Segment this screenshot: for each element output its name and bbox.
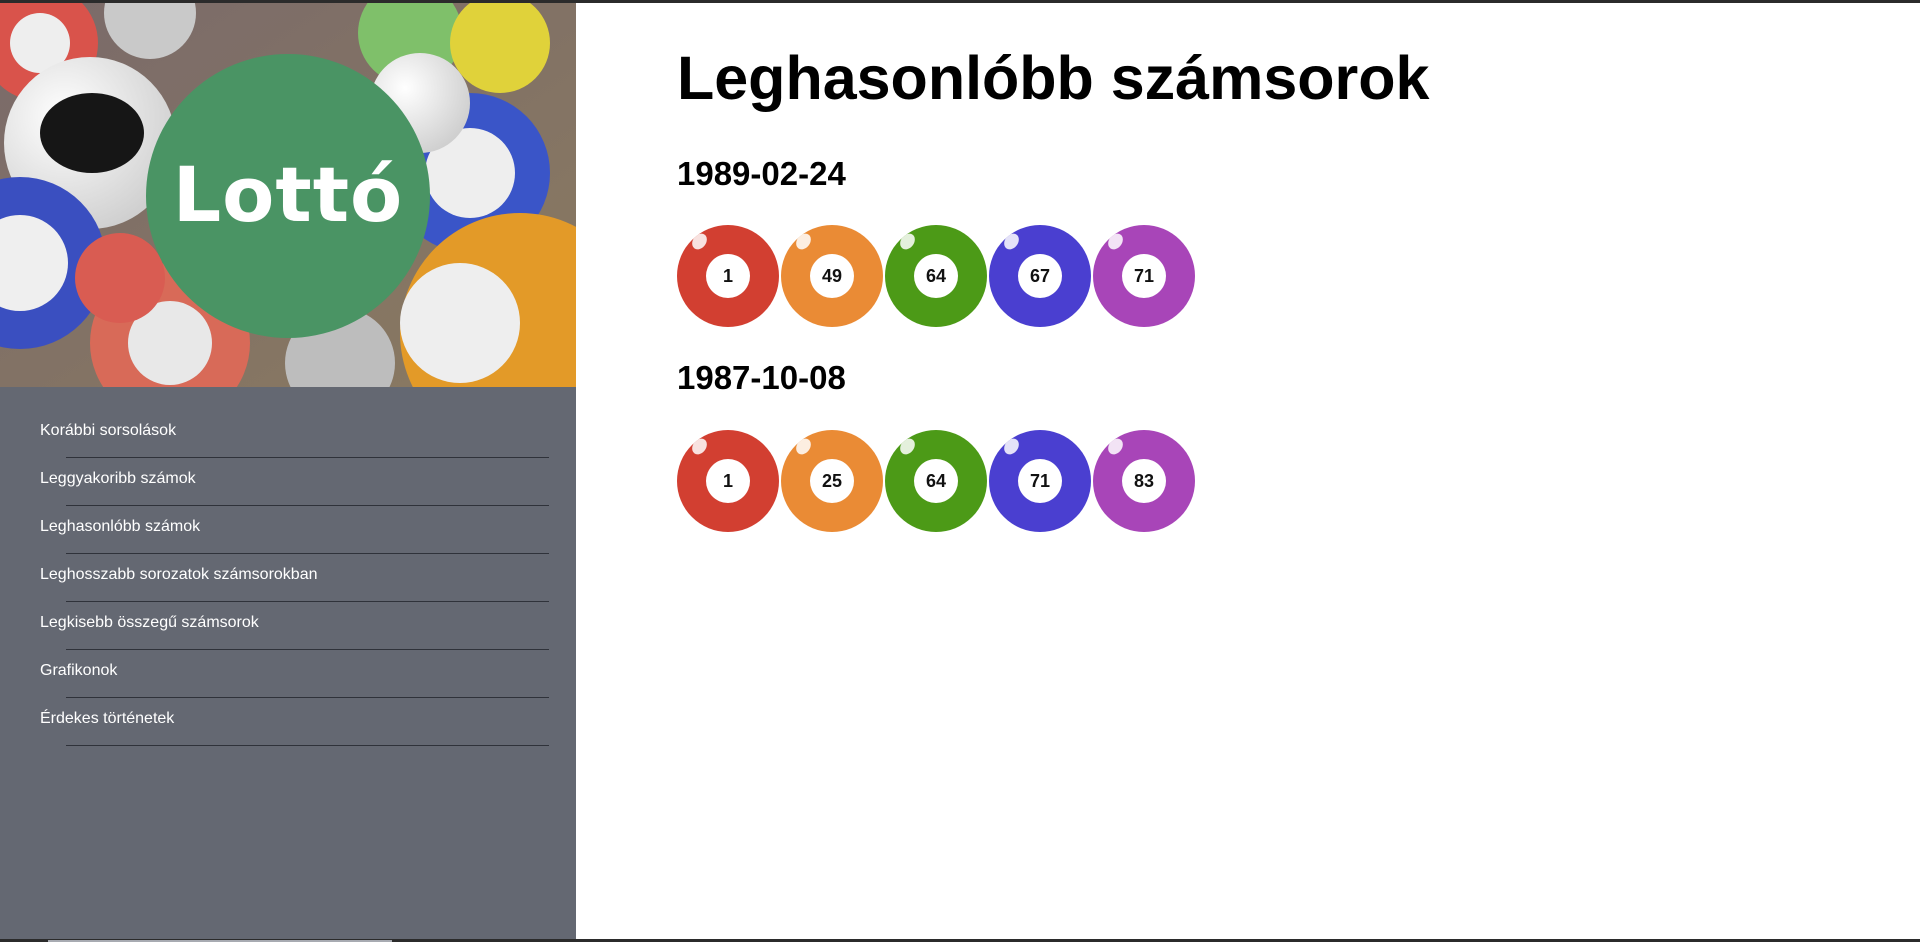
number-balls-row: 1 49 64 67 71 [677,225,1195,327]
logo-circle[interactable]: Lottó [146,54,430,338]
lottery-ball: 71 [1093,225,1195,327]
ball-number: 71 [1029,470,1051,491]
lottery-ball: 67 [989,225,1091,327]
header-banner: Lottó [0,3,576,387]
page-title: Leghasonlóbb számsorok [677,44,1430,112]
ball-number: 49 [821,265,843,286]
ball-face: 64 [914,459,958,503]
sidebar-item-label: Legkisebb összegű számsorok [40,614,259,631]
sidebar-item-most-similar-numbers[interactable]: Leghasonlóbb számok [0,506,576,554]
sidebar-item-label: Leggyakoribb számok [40,470,196,487]
divider [66,745,549,746]
sidebar-item-charts[interactable]: Grafikonok [0,650,576,698]
sidebar-item-label: Grafikonok [40,662,118,679]
sidebar-item-smallest-sum[interactable]: Legkisebb összegű számsorok [0,602,576,650]
lottery-ball: 71 [989,430,1091,532]
sidebar-item-longest-sequences[interactable]: Leghosszabb sorozatok számsorokban [0,554,576,602]
sidebar-item-interesting-stories[interactable]: Érdekes történetek [0,698,576,746]
ball-face: 71 [1018,459,1062,503]
sidebar-item-label: Leghasonlóbb számok [40,518,201,535]
ball-face: 67 [1018,254,1062,298]
lottery-ball: 1 [677,225,779,327]
sidebar-item-label: Leghosszabb sorozatok számsorokban [40,566,318,583]
lottery-ball: 83 [1093,430,1195,532]
ball-number: 71 [1133,265,1155,286]
ball-face: 64 [914,254,958,298]
ball-number: 64 [925,265,947,286]
ball-number: 1 [722,470,733,491]
lottery-ball: 49 [781,225,883,327]
sidebar: Lottó Korábbi sorsolások Leggyakoribb sz… [0,3,576,942]
number-balls-row: 1 25 64 71 83 [677,430,1195,532]
ball-face: 1 [706,459,750,503]
ball-number: 83 [1133,470,1155,491]
lottery-ball: 64 [885,430,987,532]
page: Lottó Korábbi sorsolások Leggyakoribb sz… [0,0,1920,942]
ball-number: 1 [722,265,733,286]
lottery-ball: 25 [781,430,883,532]
sidebar-item-label: Érdekes történetek [40,710,175,727]
draw-date: 1987-10-08 [677,359,846,396]
ball-face: 1 [706,254,750,298]
lottery-ball: 64 [885,225,987,327]
sidebar-nav: Korábbi sorsolások Leggyakoribb számok L… [0,387,576,746]
ball-number: 64 [925,470,947,491]
ball-face: 49 [810,254,854,298]
sidebar-item-label: Korábbi sorsolások [40,422,177,439]
ball-number: 67 [1029,265,1051,286]
sidebar-item-previous-draws[interactable]: Korábbi sorsolások [0,410,576,458]
ball-face: 25 [810,459,854,503]
sidebar-item-most-frequent-numbers[interactable]: Leggyakoribb számok [0,458,576,506]
draw-date: 1989-02-24 [677,155,846,192]
logo-text: Lottó [172,149,404,239]
ball-face: 83 [1122,459,1166,503]
lottery-ball: 1 [677,430,779,532]
ball-number: 25 [821,470,843,491]
ball-face: 71 [1122,254,1166,298]
